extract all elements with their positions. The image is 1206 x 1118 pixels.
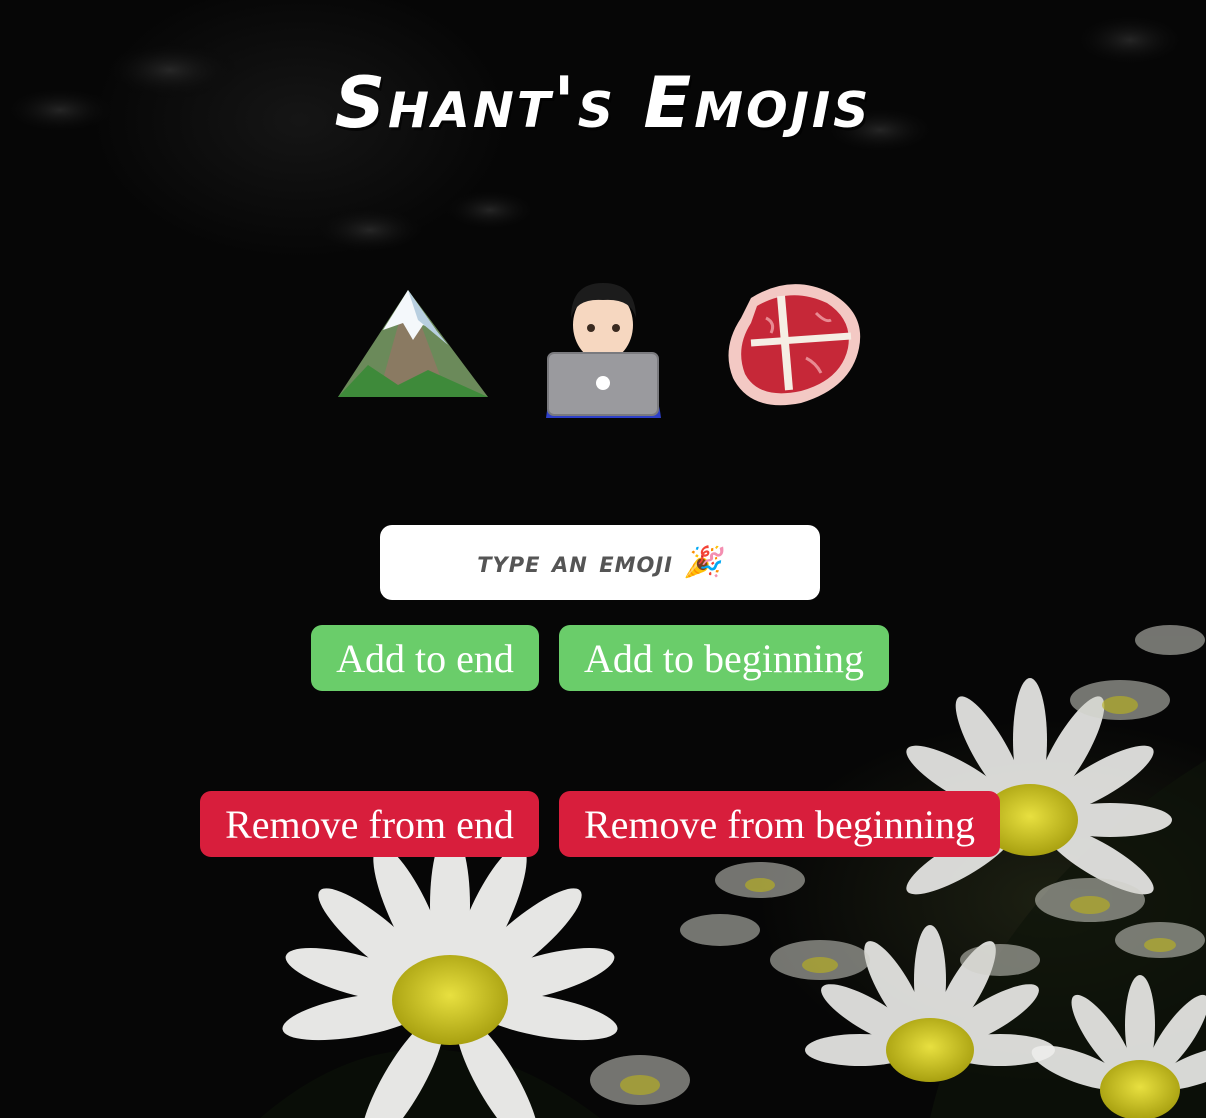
add-to-beginning-button[interactable]: Add to beginning: [559, 625, 889, 691]
emoji-input-container: [380, 525, 820, 600]
remove-from-end-button[interactable]: Remove from end: [200, 791, 539, 857]
man-technologist-icon: [545, 282, 661, 418]
emoji-item: [523, 265, 683, 425]
page: Shant's Emojis type an emoji 🎉 Add to en…: [0, 0, 1206, 1118]
cut-of-meat-icon: [728, 283, 860, 405]
snow-capped-mountain-icon: [338, 290, 488, 397]
page-title: Shant's Emojis: [334, 62, 872, 144]
emoji-item: [713, 265, 873, 425]
emoji-input[interactable]: [388, 531, 812, 594]
emoji-item: [333, 265, 493, 425]
remove-from-beginning-button[interactable]: Remove from beginning: [559, 791, 1000, 857]
emoji-list: [0, 265, 1206, 425]
add-to-end-button[interactable]: Add to end: [311, 625, 539, 691]
